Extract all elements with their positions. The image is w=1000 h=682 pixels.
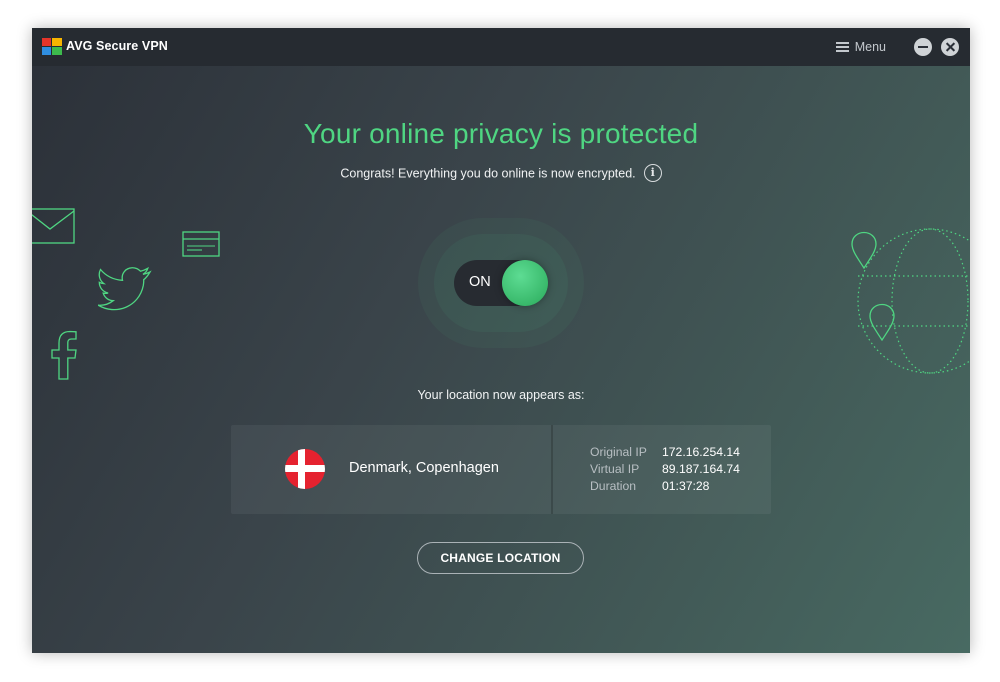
location-caption: Your location now appears as:	[417, 388, 585, 402]
change-location-button[interactable]: CHANGE LOCATION	[417, 542, 584, 574]
info-icon[interactable]: i	[643, 164, 662, 182]
detail-value: 01:37:28	[662, 479, 710, 493]
twitter-icon	[98, 266, 152, 311]
toggle-knob[interactable]	[502, 260, 548, 306]
status-subline-text: Congrats! Everything you do online is no…	[340, 166, 636, 181]
detail-label: Duration	[590, 479, 637, 493]
location-card: Denmark, Copenhagen Original IP 172.16.2…	[231, 425, 771, 514]
card-divider	[551, 425, 553, 514]
detail-value: 172.16.254.14	[662, 445, 740, 459]
avg-logo-icon	[42, 38, 62, 55]
menu-button[interactable]: Menu	[835, 40, 886, 54]
current-location[interactable]: Denmark, Copenhagen	[231, 425, 551, 514]
location-name: Denmark, Copenhagen	[349, 460, 499, 476]
minimize-button[interactable]	[914, 38, 932, 56]
detail-row-original-ip: Original IP 172.16.254.14	[590, 444, 740, 461]
map-pin-icon	[869, 303, 895, 341]
vpn-toggle[interactable]: ON	[454, 260, 548, 306]
minimize-icon	[918, 46, 928, 48]
detail-label: Original IP	[590, 445, 647, 459]
detail-row-virtual-ip: Virtual IP 89.187.164.74	[590, 461, 740, 478]
status-subline: Congrats! Everything you do online is no…	[32, 164, 970, 183]
mail-icon	[32, 208, 75, 244]
detail-value: 89.187.164.74	[662, 462, 740, 476]
connection-details: Original IP 172.16.254.14 Virtual IP 89.…	[590, 444, 740, 495]
close-button[interactable]	[941, 38, 959, 56]
status-headline: Your online privacy is protected	[303, 118, 699, 149]
menu-icon	[835, 42, 849, 52]
denmark-flag-icon	[285, 449, 325, 489]
credit-card-icon	[182, 231, 220, 257]
map-pin-icon	[851, 231, 877, 269]
app-title: AVG Secure VPN	[66, 39, 168, 53]
facebook-icon	[51, 330, 77, 380]
toggle-label: ON	[469, 274, 491, 290]
titlebar: AVG Secure VPN Menu	[32, 28, 970, 66]
menu-label: Menu	[854, 40, 886, 54]
app-window: AVG Secure VPN Menu Your online privacy …	[32, 28, 970, 653]
detail-label: Virtual IP	[590, 462, 640, 476]
detail-row-duration: Duration 01:37:28	[590, 478, 740, 495]
